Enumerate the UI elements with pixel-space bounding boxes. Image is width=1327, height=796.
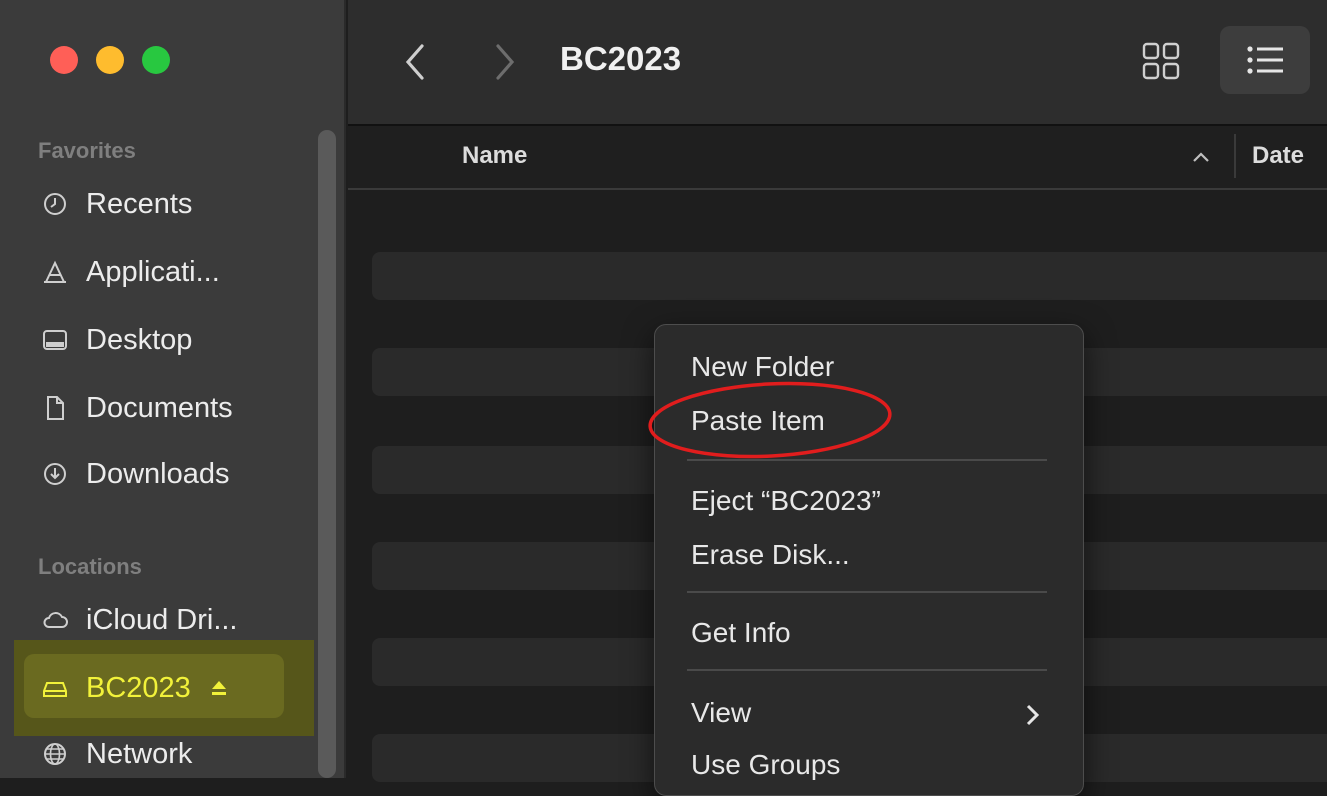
chevron-up-icon[interactable] [1190,146,1212,168]
window-controls [50,46,170,74]
context-menu: New Folder Paste Item Eject “BC2023” Era… [654,324,1084,796]
favorites-section-title: Favorites [38,138,136,163]
sidebar-item-label: iCloud Dri... [86,603,238,636]
chevron-right-icon [1025,703,1041,727]
locations-section-title: Locations [38,554,142,579]
grid-view-button[interactable] [1138,38,1184,84]
column-header: Name Date [348,126,1327,190]
sidebar-item-downloads[interactable]: Downloads [42,454,229,494]
minimize-button[interactable] [96,46,124,74]
document-icon [42,395,68,421]
sidebar-item-label: BC2023 [86,671,191,704]
menu-item-erase-disk[interactable]: Erase Disk... [691,539,850,571]
menu-item-paste-item[interactable]: Paste Item [691,405,825,437]
column-divider[interactable] [1234,134,1236,178]
date-column-header[interactable]: Date [1252,142,1304,170]
sidebar-item-icloud-drive[interactable]: iCloud Dri... [42,600,238,640]
sidebar-item-bc2023[interactable]: BC2023 [42,668,229,708]
sidebar-item-network[interactable]: Network [42,734,192,774]
menu-item-view[interactable]: View [691,697,751,729]
sidebar-item-recents[interactable]: Recents [42,184,192,224]
sidebar-item-desktop[interactable]: Desktop [42,320,192,360]
sidebar-item-label: Downloads [86,457,230,490]
close-button[interactable] [50,46,78,74]
list-view-icon [1247,46,1283,74]
menu-separator [687,459,1047,461]
chevron-left-icon [405,44,424,80]
drive-icon [42,675,68,701]
sidebar-item-label: Recents [86,187,193,220]
globe-icon [42,741,68,767]
zoom-button[interactable] [142,46,170,74]
menu-item-get-info[interactable]: Get Info [691,617,791,649]
name-column-header[interactable]: Name [462,142,527,170]
cloud-icon [42,607,68,633]
sidebar-item-label: Network [86,737,193,770]
toolbar: BC2023 [348,0,1327,126]
sidebar: Favorites Recents Applicati... Desktop D… [0,0,346,778]
menu-separator [687,669,1047,671]
grid-view-icon [1142,42,1180,80]
menu-item-eject[interactable]: Eject “BC2023” [691,485,881,517]
menu-item-new-folder[interactable]: New Folder [691,351,834,383]
menu-item-use-groups[interactable]: Use Groups [691,749,840,781]
download-icon [42,461,68,487]
clock-icon [42,191,68,217]
list-view-button[interactable] [1220,26,1310,94]
sidebar-item-applications[interactable]: Applicati... [42,252,220,292]
sidebar-scrollbar[interactable] [318,130,336,778]
window-title: BC2023 [560,40,682,77]
menu-separator [687,591,1047,593]
sidebar-item-label: Applicati... [86,255,220,288]
eject-icon[interactable] [209,678,229,698]
desktop-icon [42,327,68,353]
chevron-right-icon [496,44,515,80]
list-row-stripe [372,252,1327,300]
sidebar-item-label: Documents [86,391,233,424]
sidebar-item-documents[interactable]: Documents [42,388,233,428]
forward-button[interactable] [488,40,522,84]
applications-icon [42,259,68,285]
sidebar-item-label: Desktop [86,323,193,356]
back-button[interactable] [398,40,432,84]
